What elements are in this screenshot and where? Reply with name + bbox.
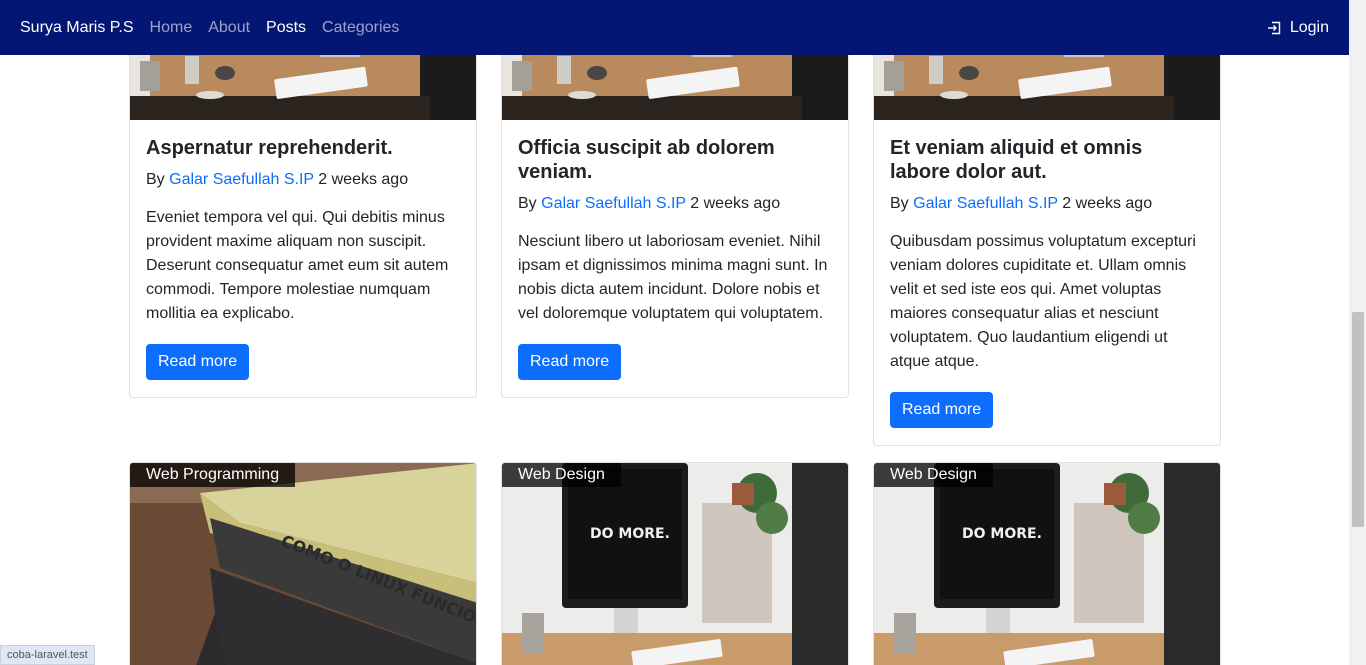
author-link[interactable]: Galar Saefullah S.IP <box>913 195 1058 212</box>
by-label: By <box>890 195 909 212</box>
post-card: Et veniam aliquid et omnis labore dolor … <box>873 0 1221 446</box>
login-link[interactable]: Login <box>1266 19 1329 37</box>
post-card: Web Design DO MORE. <box>873 462 1221 665</box>
category-badge[interactable]: Web Programming <box>130 463 296 487</box>
post-image: COMO O LINUX FUNCIONA <box>130 463 476 665</box>
vertical-scrollbar[interactable] <box>1349 0 1366 665</box>
nav-home[interactable]: Home <box>150 19 193 37</box>
post-excerpt: Quibusdam possimus voluptatum excepturi … <box>890 233 1196 370</box>
post-excerpt: Nesciunt libero ut laboriosam eveniet. N… <box>518 233 828 322</box>
post-card: Aspernatur reprehenderit. By Galar Saefu… <box>129 0 477 398</box>
nav-posts[interactable]: Posts <box>266 19 306 37</box>
read-more-button[interactable]: Read more <box>518 344 622 380</box>
screen-text: DO MORE. <box>590 526 670 542</box>
category-badge[interactable]: Web Design <box>502 463 621 487</box>
post-meta: By Galar Saefullah S.IP 2 weeks ago <box>890 192 1204 216</box>
author-link[interactable]: Galar Saefullah S.IP <box>541 195 686 212</box>
by-label: By <box>146 171 165 188</box>
post-excerpt: Eveniet tempora vel qui. Qui debitis min… <box>146 209 449 322</box>
post-meta: By Galar Saefullah S.IP 2 weeks ago <box>518 192 832 216</box>
post-time: 2 weeks ago <box>690 195 781 212</box>
status-url: coba-laravel.test <box>0 645 95 665</box>
post-card: Web Programming COMO O LINUX FUNCIONA <box>129 462 477 665</box>
scrollbar-thumb[interactable] <box>1352 312 1364 527</box>
post-title[interactable]: Et veniam aliquid et omnis labore dolor … <box>890 136 1204 184</box>
nav-categories[interactable]: Categories <box>322 19 399 37</box>
read-more-button[interactable]: Read more <box>146 344 250 380</box>
post-time: 2 weeks ago <box>1062 195 1153 212</box>
navbar: Surya Maris P.S Home About Posts Categor… <box>0 0 1349 55</box>
login-label: Login <box>1289 18 1329 36</box>
post-title[interactable]: Aspernatur reprehenderit. <box>146 136 460 160</box>
post-card: Officia suscipit ab dolorem veniam. By G… <box>501 0 849 398</box>
post-image: DO MORE. <box>502 463 848 665</box>
post-meta: By Galar Saefullah S.IP 2 weeks ago <box>146 168 460 192</box>
post-time: 2 weeks ago <box>318 171 409 188</box>
brand-link[interactable]: Surya Maris P.S <box>20 19 134 37</box>
page: Surya Maris P.S Home About Posts Categor… <box>0 0 1366 665</box>
category-badge[interactable]: Web Design <box>874 463 993 487</box>
post-title[interactable]: Officia suscipit ab dolorem veniam. <box>518 136 832 184</box>
screen-text: DO MORE. <box>962 526 1042 542</box>
login-icon <box>1267 21 1281 34</box>
by-label: By <box>518 195 537 212</box>
read-more-button[interactable]: Read more <box>890 392 994 428</box>
post-image: DO MORE. <box>874 463 1220 665</box>
nav-about[interactable]: About <box>208 19 250 37</box>
author-link[interactable]: Galar Saefullah S.IP <box>169 171 314 188</box>
post-card: Web Design DO MORE. <box>501 462 849 665</box>
